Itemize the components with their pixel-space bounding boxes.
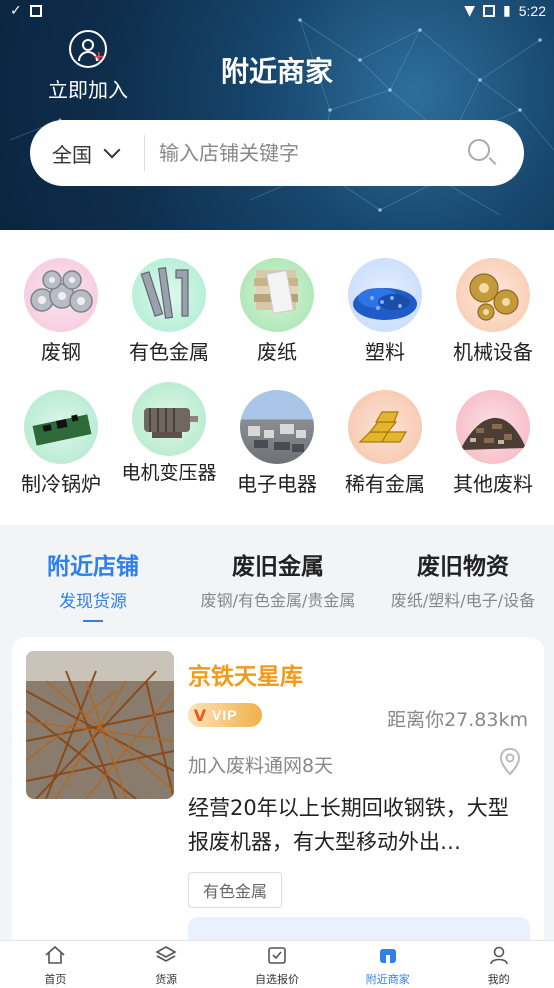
layers-icon <box>155 946 177 962</box>
category-label: 稀有金属 <box>345 472 425 496</box>
tab-active-indicator <box>83 620 103 622</box>
category-label: 塑料 <box>365 340 405 364</box>
status-time: 5:22 <box>518 3 546 19</box>
category-item[interactable]: 机械设备 <box>439 258 547 364</box>
location-pin-icon[interactable] <box>498 747 522 777</box>
nav-nearby-merchants[interactable]: 附近商家 <box>332 941 443 988</box>
nav-label: 自选报价 <box>254 973 299 986</box>
nav-label: 首页 <box>44 973 67 986</box>
search-icon[interactable] <box>462 133 502 173</box>
category-label: 机械设备 <box>453 340 533 364</box>
nav-supply[interactable]: 货源 <box>111 941 222 988</box>
vip-badge: V VIP <box>188 703 262 727</box>
nav-profile[interactable]: 我的 <box>443 941 554 988</box>
vip-crown-icon: V <box>193 705 207 725</box>
bottom-nav: 首页 货源 自选报价 附近商家 我的 <box>0 940 554 988</box>
search-input[interactable] <box>159 141 462 165</box>
tab-nearby-shops[interactable]: 附近店铺 发现货源 <box>28 547 158 622</box>
signal-icon <box>483 5 496 17</box>
search-divider <box>144 135 145 171</box>
category-grid: 废钢 有色金属 废纸 塑料 机械设备 制冷锅炉 电机变压器 电子电器 稀有金属 … <box>0 230 554 525</box>
vip-label: VIP <box>212 707 238 723</box>
category-label: 其他废料 <box>453 472 533 496</box>
electronics-scrap-icon <box>240 390 314 464</box>
tab-scrap-metal[interactable]: 废旧金属 废钢/有色金属/贵金属 <box>186 547 370 611</box>
home-icon <box>45 945 65 964</box>
chevron-down-icon <box>103 141 121 159</box>
shop-name: 京铁天星库 <box>188 664 303 690</box>
tab-title: 废旧金属 <box>232 554 324 580</box>
checklist-icon <box>268 947 286 964</box>
shop-photo <box>26 651 174 799</box>
gears-icon <box>456 258 530 332</box>
category-item[interactable]: 废纸 <box>223 258 331 364</box>
tab-scrap-materials[interactable]: 废旧物资 废纸/塑料/电子/设备 <box>376 547 550 611</box>
category-item[interactable]: 塑料 <box>331 258 439 364</box>
category-label: 有色金属 <box>129 340 209 364</box>
category-label: 制冷锅炉 <box>21 472 101 496</box>
section-tabs: 附近店铺 发现货源 废旧金属 废钢/有色金属/贵金属 废旧物资 废纸/塑料/电子… <box>0 537 554 625</box>
app-notification-icon <box>29 5 42 17</box>
tab-title: 附近店铺 <box>47 554 139 580</box>
person-icon <box>489 946 508 965</box>
battery-icon: ▮ <box>503 3 511 19</box>
steel-coils-icon <box>24 258 98 332</box>
metal-profiles-icon <box>132 258 206 332</box>
page-title: 附近商家 <box>220 55 333 88</box>
tab-title: 废旧物资 <box>417 554 509 580</box>
nav-home[interactable]: 首页 <box>0 941 111 988</box>
wifi-icon: ▼ <box>464 3 476 19</box>
shop-distance: 距离你27.83km <box>387 709 528 731</box>
circuit-board-icon <box>24 390 98 464</box>
category-label: 废纸 <box>257 340 297 364</box>
tab-subtitle: 发现货源 <box>59 592 127 612</box>
nav-quotes[interactable]: 自选报价 <box>222 941 333 988</box>
tab-subtitle: 废钢/有色金属/贵金属 <box>200 591 356 610</box>
category-label: 电机变压器 <box>121 462 217 484</box>
category-item[interactable]: 其他废料 <box>439 390 547 496</box>
shop-joined-duration: 加入废料通网8天 <box>188 755 334 777</box>
tab-subtitle: 废纸/塑料/电子/设备 <box>390 591 536 610</box>
shop-category-tag: 有色金属 <box>188 872 283 908</box>
paper-stack-icon <box>240 258 314 332</box>
motor-icon <box>132 382 206 456</box>
category-label: 电子电器 <box>237 472 317 496</box>
gold-bars-icon <box>348 390 422 464</box>
region-label: 全国 <box>52 142 92 167</box>
shop-description: 经营20年以上长期回收钢铁，大型报废机器，有大型移动外出… <box>188 796 509 854</box>
store-icon <box>379 949 396 963</box>
scrap-pile-icon <box>456 390 530 464</box>
category-item[interactable]: 电子电器 <box>223 390 331 496</box>
category-item[interactable]: 稀有金属 <box>331 390 439 496</box>
shop-card[interactable]: 京铁天星库 V VIP 距离你27.83km 加入废料通网8天 经营20年以上长… <box>12 637 544 957</box>
category-item[interactable]: 有色金属 <box>115 258 223 364</box>
status-bar: ✓ ▼ ▮ 5:22 <box>0 0 554 24</box>
check-notification-icon: ✓ <box>10 3 22 19</box>
region-selector[interactable]: 全国 <box>30 139 144 168</box>
category-item[interactable]: 废钢 <box>7 258 115 364</box>
header-banner: ✓ ▼ ▮ 5:22 + 立即加入 附近商家 全国 <box>0 0 554 230</box>
nav-label: 我的 <box>487 973 510 986</box>
nav-label: 附近商家 <box>365 973 410 986</box>
nav-label: 货源 <box>155 973 178 986</box>
category-item[interactable]: 电机变压器 <box>115 382 223 484</box>
search-bar: 全国 <box>30 120 524 186</box>
plastic-pellets-icon <box>348 258 422 332</box>
category-item[interactable]: 制冷锅炉 <box>7 390 115 496</box>
category-label: 废钢 <box>41 340 81 364</box>
